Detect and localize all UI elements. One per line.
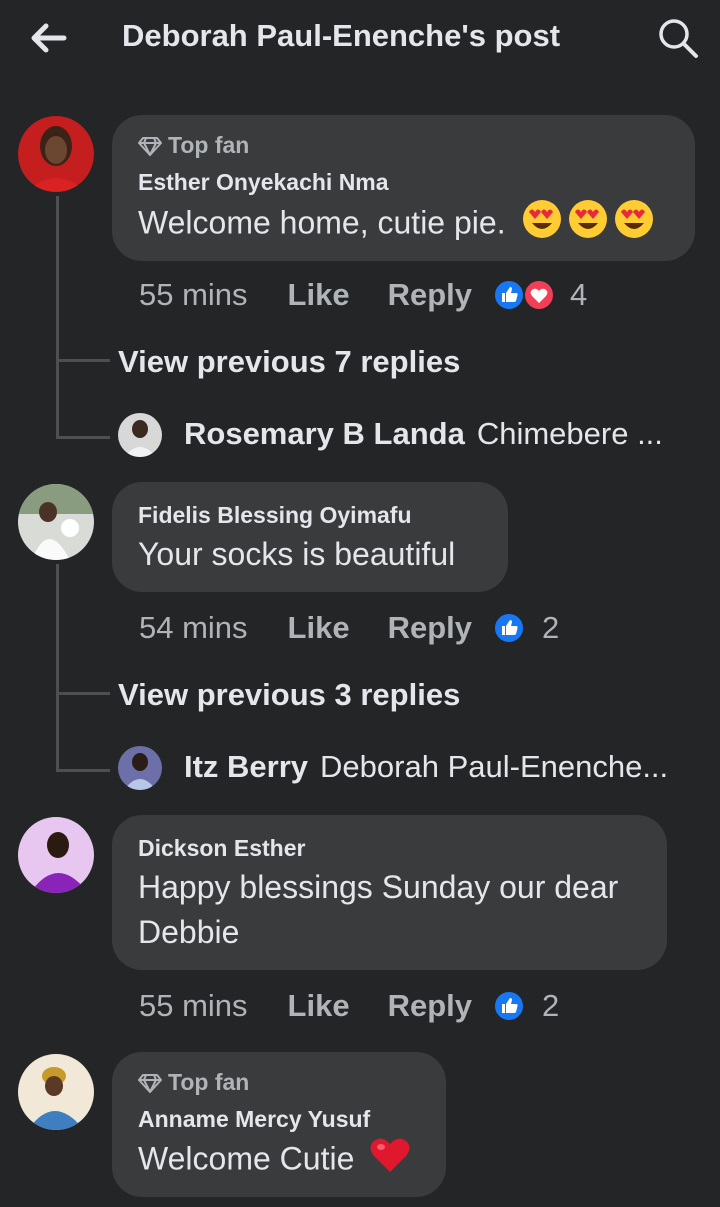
like-reaction-icon — [493, 612, 525, 644]
avatar-dickson-esther[interactable] — [18, 817, 94, 893]
diamond-icon — [138, 136, 162, 156]
badge-label: Top fan — [168, 132, 250, 158]
comment-text: Welcome Cutie — [138, 1136, 411, 1186]
comment-time[interactable]: 55 mins — [139, 277, 248, 313]
comment-text: Your socks is beautiful — [138, 536, 456, 572]
like-button[interactable]: Like — [288, 988, 350, 1024]
reaction-count: 2 — [542, 988, 560, 1023]
comment-author[interactable]: Fidelis Blessing Oyimafu — [138, 502, 412, 529]
comment-author[interactable]: Anname Mercy Yusuf — [138, 1106, 370, 1133]
comment-text-body: Welcome home, cutie pie. — [138, 204, 506, 241]
reply-text: Deborah Paul-Enenche... — [320, 749, 669, 784]
reply-author: Rosemary B Landa — [184, 416, 465, 451]
red-heart-emoji — [369, 1136, 411, 1186]
comment-time[interactable]: 54 mins — [139, 610, 248, 646]
avatar-anname-mercy[interactable] — [18, 1054, 94, 1130]
avatar-esther-onyekachi[interactable] — [18, 116, 94, 192]
reply-text: Chimebere ... — [476, 416, 663, 451]
latest-reply[interactable]: Rosemary B Landa Chimebere ... — [184, 416, 663, 452]
comment-meta: 54 mins Like Reply 2 — [139, 608, 559, 648]
view-previous-replies[interactable]: View previous 3 replies — [118, 677, 460, 713]
comment-bubble: Dickson Esther Happy blessings Sunday ou… — [112, 815, 667, 970]
comment-bubble: Fidelis Blessing Oyimafu Your socks is b… — [112, 482, 508, 592]
reply-button[interactable]: Reply — [388, 277, 472, 313]
heart-eyes-emoji — [522, 199, 660, 251]
comment-time[interactable]: 55 mins — [139, 988, 248, 1024]
comment-meta: 55 mins Like Reply 2 — [139, 986, 559, 1026]
comment-text-body: Welcome Cutie — [138, 1140, 355, 1177]
thread-branch — [56, 359, 110, 362]
comment-meta: 55 mins Like Reply 4 — [139, 275, 587, 315]
reactions-summary[interactable]: 2 — [492, 988, 559, 1024]
arrow-left-icon — [31, 23, 67, 53]
like-reaction-icon — [493, 279, 525, 311]
badge-label: Top fan — [168, 1069, 250, 1095]
latest-reply[interactable]: Itz Berry Deborah Paul-Enenche... — [184, 749, 668, 785]
top-bar: Deborah Paul-Enenche's post — [0, 0, 720, 76]
like-reaction-icon — [493, 990, 525, 1022]
thread-line — [56, 196, 59, 438]
comment-text-line-2: Debbie — [138, 914, 240, 950]
thread-branch — [56, 436, 110, 439]
comment-text-line-1: Happy blessings Sunday our dear — [138, 869, 619, 905]
reactions-summary[interactable]: 4 — [492, 277, 587, 313]
search-button[interactable] — [656, 16, 700, 60]
reply-button[interactable]: Reply — [388, 610, 472, 646]
reply-author: Itz Berry — [184, 749, 309, 784]
love-reaction-icon — [523, 279, 555, 311]
view-previous-replies[interactable]: View previous 7 replies — [118, 344, 460, 380]
comment-author[interactable]: Dickson Esther — [138, 835, 305, 862]
thread-branch — [56, 769, 110, 772]
thread-line — [56, 564, 59, 772]
comment-bubble: Top fan Esther Onyekachi Nma Welcome hom… — [112, 115, 695, 261]
avatar-itz-berry[interactable] — [118, 746, 162, 790]
like-button[interactable]: Like — [288, 277, 350, 313]
reactions-summary[interactable]: 2 — [492, 610, 559, 646]
thread-branch — [56, 692, 110, 695]
page-title: Deborah Paul-Enenche's post — [122, 18, 561, 53]
top-fan-badge: Top fan — [138, 1069, 249, 1096]
comment-bubble: Top fan Anname Mercy Yusuf Welcome Cutie — [112, 1052, 446, 1197]
back-button[interactable] — [26, 18, 70, 58]
diamond-icon — [138, 1073, 162, 1093]
search-icon — [659, 19, 698, 58]
reply-button[interactable]: Reply — [388, 988, 472, 1024]
avatar-fidelis-blessing[interactable] — [18, 484, 94, 560]
comment-text: Welcome home, cutie pie. — [138, 199, 660, 251]
top-fan-badge: Top fan — [138, 132, 249, 159]
comment-author[interactable]: Esther Onyekachi Nma — [138, 169, 389, 196]
reaction-count: 2 — [542, 610, 560, 645]
avatar-rosemary-b-landa[interactable] — [118, 413, 162, 457]
reaction-count: 4 — [570, 277, 588, 312]
like-button[interactable]: Like — [288, 610, 350, 646]
